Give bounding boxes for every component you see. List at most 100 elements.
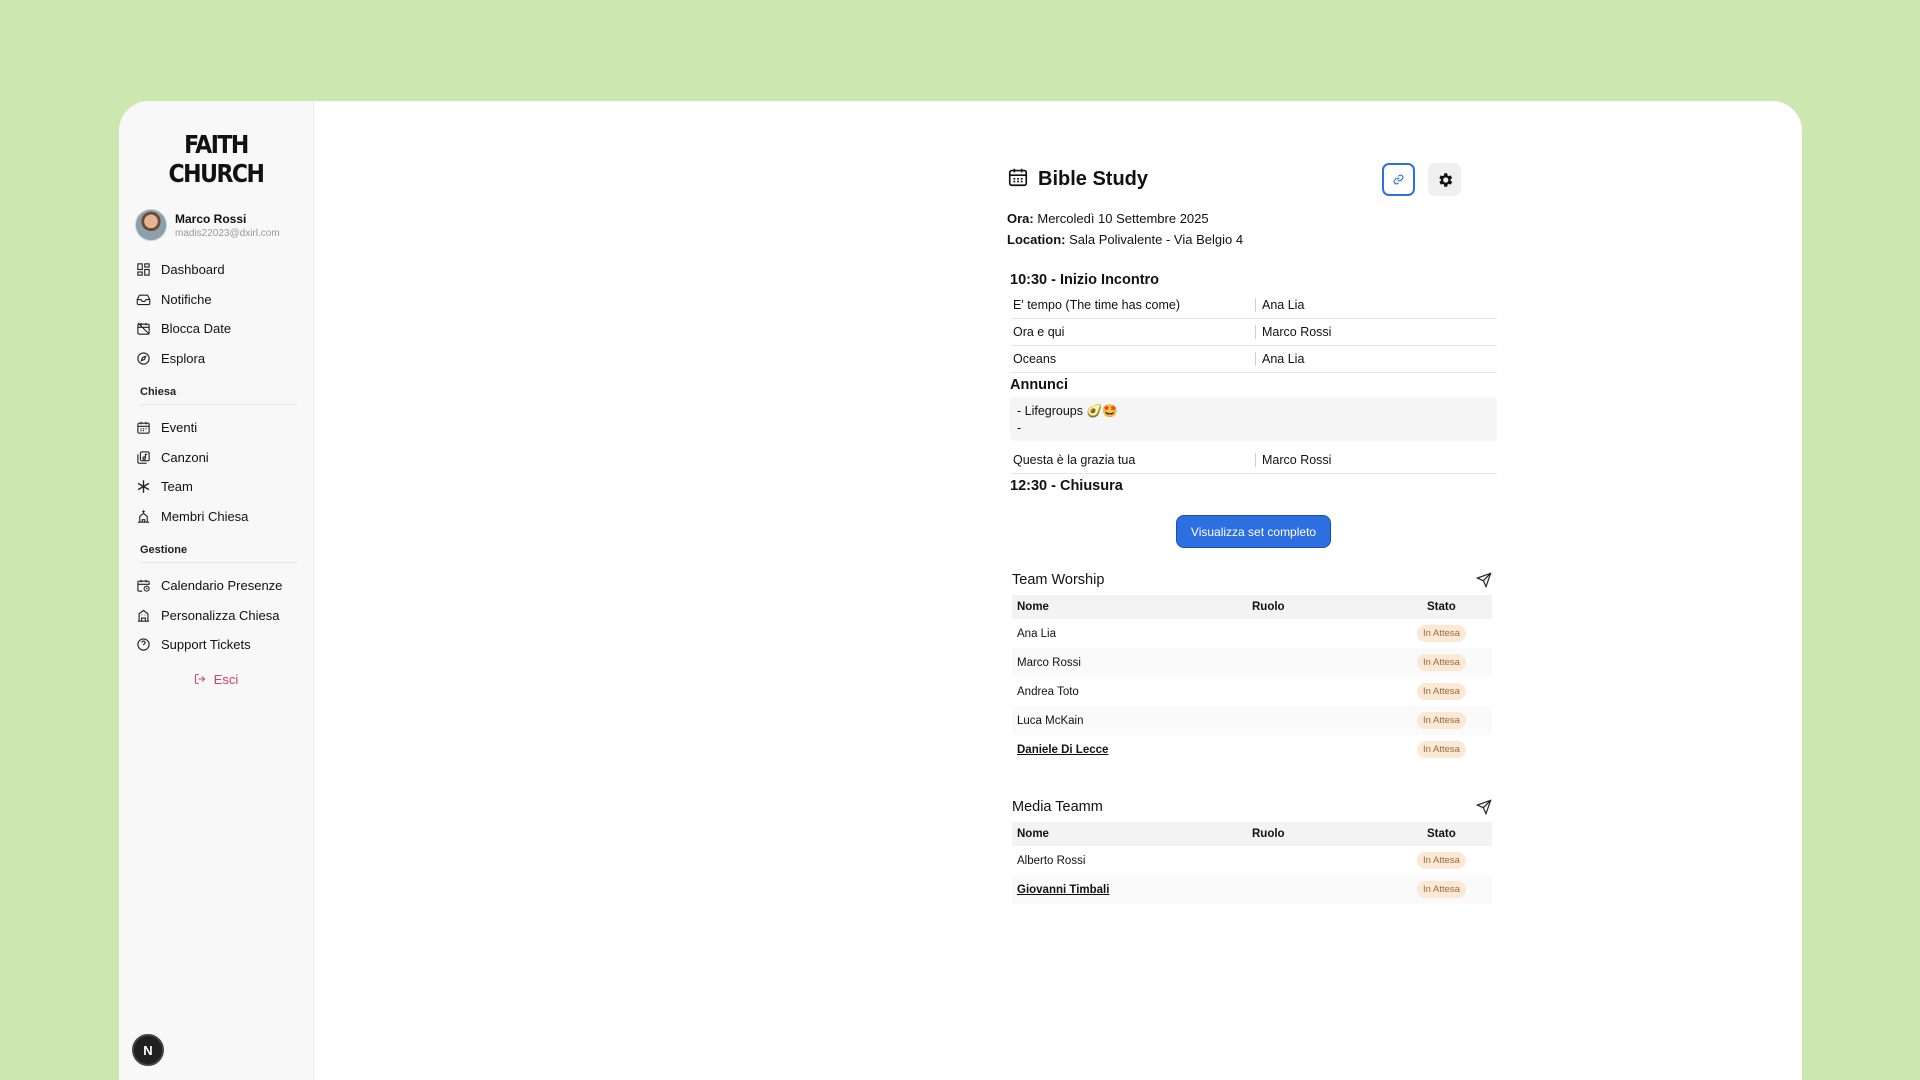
sidebar-item-esplora[interactable]: Esplora — [135, 344, 297, 374]
sidebar-item-label: Team — [161, 479, 193, 495]
table-header: Nome Ruolo Stato — [1012, 595, 1492, 619]
status-badge: In Attesa — [1417, 881, 1466, 898]
schedule-start-heading: 10:30 - Inizio Incontro — [1010, 272, 1160, 288]
sidebar-item-personalizza-chiesa[interactable]: Personalizza Chiesa — [135, 601, 297, 631]
main-content: Bible Study Ora: Mercoledì 10 Settembre … — [314, 101, 1802, 1080]
music-library-icon — [135, 449, 151, 465]
sidebar-item-dashboard[interactable]: Dashboard — [135, 255, 297, 285]
user-email: madis22023@dxirl.com — [175, 227, 280, 239]
page-title: Bible Study — [1038, 167, 1149, 190]
gear-icon — [1438, 172, 1452, 187]
status-badge: In Attesa — [1417, 712, 1466, 729]
member-name: Alberto Rossi — [1017, 854, 1086, 867]
event-meta: Ora: Mercoledì 10 Settembre 2025 Locatio… — [1007, 208, 1243, 250]
dev-tools-button[interactable]: N — [132, 1034, 164, 1066]
schedule-annunci-heading: Annunci — [1010, 377, 1068, 393]
table-body: Alberto Rossi In Attesa Giovanni Timbali… — [1012, 846, 1492, 904]
sidebar: FAITH CHURCH Marco Rossi madis22023@dxir… — [119, 101, 314, 1080]
calendar-clock-icon — [135, 578, 151, 594]
table-body: Ana Lia In Attesa Marco Rossi In Attesa … — [1012, 619, 1492, 764]
settings-button[interactable] — [1428, 163, 1461, 196]
compass-icon — [135, 350, 151, 366]
sidebar-item-label: Personalizza Chiesa — [161, 607, 280, 623]
logout-icon — [194, 674, 205, 684]
member-name: Marco Rossi — [1017, 656, 1081, 669]
status-badge: In Attesa — [1417, 852, 1466, 869]
link-icon — [1393, 174, 1404, 185]
calendar-icon — [135, 420, 151, 436]
media-team-section: Media Teamm Nome Ruolo Stato Alberto Ros… — [1012, 796, 1492, 904]
member-name-link[interactable]: Daniele Di Lecce — [1017, 744, 1108, 756]
calendar-icon — [1007, 166, 1029, 193]
sidebar-item-label: Esplora — [161, 350, 206, 366]
sidebar-item-label: Membri Chiesa — [161, 508, 249, 524]
song-title: Ora e qui — [1013, 325, 1065, 339]
song-title: Oceans — [1013, 352, 1057, 366]
sidebar-item-calendario-presenze[interactable]: Calendario Presenze — [135, 571, 297, 601]
table-row: Marco Rossi In Attesa — [1012, 648, 1492, 677]
song-leader: Ana Lia — [1262, 352, 1305, 366]
help-circle-icon — [135, 637, 151, 653]
section-title-gestione: Gestione — [140, 544, 297, 563]
table-row: Andrea Toto In Attesa — [1012, 677, 1492, 706]
member-name: Ana Lia — [1017, 627, 1057, 640]
app-window: FAITH CHURCH Marco Rossi madis22023@dxir… — [119, 101, 1802, 1080]
song-leader: Marco Rossi — [1262, 325, 1332, 339]
building-icon — [135, 607, 151, 623]
song-title: E' tempo (The time has come) — [1013, 298, 1181, 312]
church-logo: FAITH CHURCH — [168, 131, 265, 189]
avatar — [135, 209, 167, 241]
sidebar-item-team[interactable]: Team — [135, 472, 297, 502]
status-badge: In Attesa — [1417, 741, 1466, 758]
sidebar-item-label: Dashboard — [161, 262, 225, 278]
nav-chiesa: Eventi Canzoni Team Membri Chiesa — [135, 413, 297, 531]
share-link-button[interactable] — [1382, 163, 1415, 196]
member-name: Andrea Toto — [1017, 685, 1079, 698]
event-header: Bible Study — [1007, 161, 1477, 197]
table-row: Giovanni Timbali In Attesa — [1012, 875, 1492, 904]
announcement-line: - — [1017, 421, 1022, 435]
logout-label: Esci — [213, 671, 239, 687]
sidebar-item-label: Support Tickets — [161, 637, 251, 653]
sidebar-item-support-tickets[interactable]: Support Tickets — [135, 630, 297, 660]
schedule-song-row[interactable]: Oceans Ana Lia — [1010, 346, 1497, 373]
team-header: Team Worship — [1012, 569, 1492, 591]
user-profile[interactable]: Marco Rossi madis22023@dxirl.com — [135, 209, 297, 241]
table-row: Alberto Rossi In Attesa — [1012, 846, 1492, 875]
schedule-end-heading: 12:30 - Chiusura — [1010, 478, 1123, 494]
status-badge: In Attesa — [1417, 654, 1466, 671]
announcement-line: - Lifegroups 🥑🤩 — [1017, 404, 1118, 418]
schedule-song-row[interactable]: Ora e qui Marco Rossi — [1010, 319, 1497, 346]
inbox-icon — [135, 291, 151, 307]
event-location: Location: Sala Polivalente - Via Belgio … — [1007, 232, 1244, 247]
schedule-song-row[interactable]: Questa è la grazia tua Marco Rossi — [1010, 447, 1497, 474]
send-icon[interactable] — [1476, 572, 1492, 588]
dashboard-icon — [135, 262, 151, 278]
table-row: Daniele Di Lecce In Attesa — [1012, 735, 1492, 764]
user-name: Marco Rossi — [175, 211, 247, 226]
sidebar-item-eventi[interactable]: Eventi — [135, 413, 297, 443]
sidebar-item-notifiche[interactable]: Notifiche — [135, 285, 297, 315]
table-row: Luca McKain In Attesa — [1012, 706, 1492, 735]
sidebar-item-label: Calendario Presenze — [161, 578, 283, 594]
song-leader: Marco Rossi — [1262, 453, 1332, 467]
sidebar-item-canzoni[interactable]: Canzoni — [135, 443, 297, 473]
calendar-off-icon — [135, 321, 151, 337]
schedule-song-row[interactable]: E' tempo (The time has come) Ana Lia — [1010, 292, 1497, 319]
team-header: Media Teamm — [1012, 796, 1492, 818]
sidebar-item-label: Eventi — [161, 420, 198, 436]
status-badge: In Attesa — [1417, 625, 1466, 642]
member-name-link[interactable]: Giovanni Timbali — [1017, 884, 1109, 896]
view-full-set-button[interactable]: Visualizza set completo — [1176, 515, 1331, 548]
table-header: Nome Ruolo Stato — [1012, 822, 1492, 846]
status-badge: In Attesa — [1417, 683, 1466, 700]
sidebar-item-membri-chiesa[interactable]: Membri Chiesa — [135, 502, 297, 532]
nav-main: Dashboard Notifiche Blocca Date Esplora — [135, 255, 297, 373]
sidebar-item-blocca-date[interactable]: Blocca Date — [135, 314, 297, 344]
send-icon[interactable] — [1476, 799, 1492, 815]
logout-button[interactable]: Esci — [135, 672, 297, 687]
section-title-chiesa: Chiesa — [140, 386, 297, 405]
church-icon — [135, 508, 151, 524]
asterisk-icon — [135, 479, 151, 495]
song-title: Questa è la grazia tua — [1013, 453, 1136, 467]
